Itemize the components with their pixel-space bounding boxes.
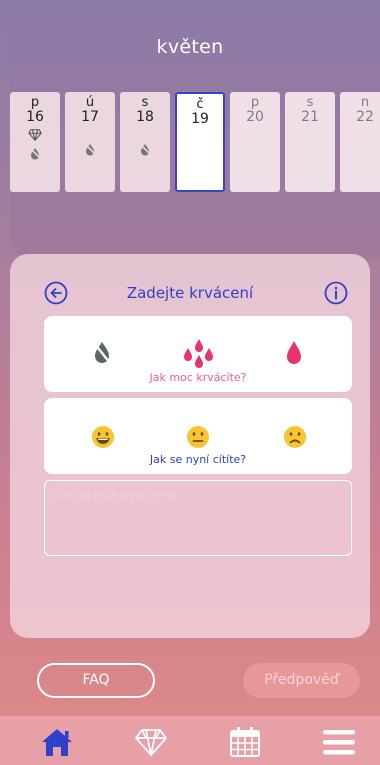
day-cell-21[interactable]: s 21 (285, 92, 335, 192)
day-date: 21 (301, 109, 319, 125)
day-cell-20[interactable]: p 20 (230, 92, 280, 192)
day-date: 22 (356, 109, 374, 125)
day-date: 19 (191, 111, 209, 127)
no-bleeding-icon[interactable] (92, 340, 112, 366)
bottom-nav (0, 716, 380, 765)
feeling-options (44, 420, 352, 450)
flow-none-icon (29, 147, 41, 160)
flow-none-icon (139, 143, 151, 156)
heavy-bleeding-icon[interactable] (285, 340, 303, 366)
panel-title: Zadejte krvácení (126, 284, 254, 302)
day-cell-18[interactable]: s 18 (120, 92, 170, 192)
feeling-card: Jak se nyní cítíte? (44, 398, 352, 474)
day-weekday: n (360, 95, 370, 110)
diamond-icon[interactable] (134, 726, 168, 758)
day-date: 17 (81, 109, 99, 125)
month-title: květen (156, 36, 224, 58)
bleeding-question: Jak moc krvácíte? (149, 371, 247, 384)
day-weekday: s (306, 95, 314, 110)
day-strip[interactable]: p 16 ú 17 s 18 č 19 p 20 s 21 n 22 (10, 92, 380, 194)
day-date: 18 (136, 109, 154, 125)
menu-icon[interactable] (322, 726, 356, 758)
light-bleeding-icon[interactable] (182, 338, 214, 368)
day-cell-16[interactable]: p 16 (10, 92, 60, 192)
grinning-face-icon[interactable] (91, 425, 115, 449)
day-weekday: p (250, 95, 260, 110)
sad-face-icon[interactable] (283, 425, 307, 449)
day-weekday: s (141, 95, 149, 110)
day-date: 20 (246, 109, 264, 125)
prediction-button[interactable]: Předpověď (243, 663, 360, 698)
day-weekday: p (30, 95, 40, 110)
day-cell-17[interactable]: ú 17 (65, 92, 115, 192)
day-cell-22[interactable]: n 22 (340, 92, 380, 192)
day-weekday: ú (85, 95, 95, 110)
bleeding-options (44, 338, 352, 368)
panel-header: Zadejte krvácení (0, 281, 380, 305)
faq-button[interactable]: FAQ (37, 663, 155, 698)
flow-none-icon (84, 143, 96, 156)
day-cell-19-selected[interactable]: č 19 (175, 92, 225, 192)
home-icon[interactable] (40, 726, 74, 758)
day-date: 16 (26, 109, 44, 125)
diamond-icon (28, 129, 42, 142)
bleeding-card: Jak moc krvácíte? (44, 316, 352, 392)
info-icon[interactable] (324, 281, 348, 305)
day-weekday: č (196, 97, 204, 112)
feeling-question: Jak se nyní cítíte? (149, 453, 247, 466)
notes-input[interactable] (44, 480, 352, 556)
calendar-icon[interactable] (228, 726, 262, 758)
neutral-face-icon[interactable] (186, 425, 210, 449)
